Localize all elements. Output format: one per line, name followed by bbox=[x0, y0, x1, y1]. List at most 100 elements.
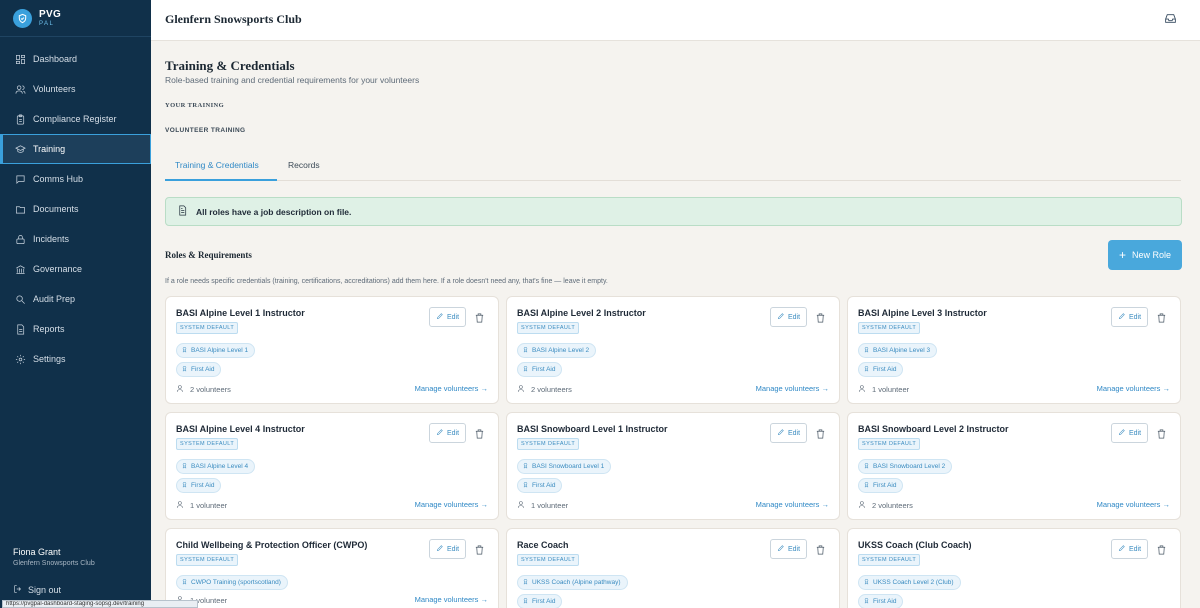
credential-chip: BASI Alpine Level 4 bbox=[176, 459, 256, 474]
award-icon bbox=[522, 462, 532, 471]
credential-label: BASI Snowboard Level 2 bbox=[873, 463, 946, 470]
edit-role-button[interactable]: Edit bbox=[1111, 539, 1148, 559]
role-title: Child Wellbeing & Protection Officer (CW… bbox=[176, 540, 368, 550]
credential-label: First Aid bbox=[532, 482, 556, 489]
roles-help-text: If a role needs specific credentials (tr… bbox=[165, 278, 608, 285]
trash-icon[interactable] bbox=[474, 427, 485, 439]
sidebar-item-label: Training bbox=[33, 144, 66, 154]
page-title: Training & Credentials bbox=[165, 58, 295, 73]
sidebar-item-documents[interactable]: Documents bbox=[0, 194, 151, 224]
sidebar-item-audit-prep[interactable]: Audit Prep bbox=[0, 284, 151, 314]
award-icon bbox=[181, 481, 191, 490]
sidebar-item-label: Documents bbox=[33, 204, 79, 214]
role-card: BASI Alpine Level 2 Instructor SYSTEM DE… bbox=[506, 296, 840, 404]
role-title: BASI Alpine Level 3 Instructor bbox=[858, 308, 987, 318]
sidebar-item-label: Dashboard bbox=[33, 54, 78, 64]
edit-role-button[interactable]: Edit bbox=[1111, 423, 1148, 443]
sidebar-item-label: Incidents bbox=[33, 234, 70, 244]
role-card: BASI Alpine Level 3 Instructor SYSTEM DE… bbox=[847, 296, 1181, 404]
edit-label: Edit bbox=[1128, 429, 1142, 437]
volunteer-count-label: 2 volunteers bbox=[190, 385, 231, 394]
graduation-cap-icon bbox=[15, 144, 26, 155]
system-default-badge: SYSTEM DEFAULT bbox=[517, 438, 580, 450]
section-your-training: YOUR TRAINING bbox=[165, 102, 225, 109]
edit-role-button[interactable]: Edit bbox=[429, 307, 466, 327]
role-title: BASI Alpine Level 1 Instructor bbox=[176, 308, 305, 318]
manage-volunteers-link[interactable]: Manage volunteers → bbox=[756, 384, 829, 393]
sidebar-item-settings[interactable]: Settings bbox=[0, 344, 151, 374]
trash-icon[interactable] bbox=[815, 427, 826, 439]
sidebar: PVG PAL Dashboard Volunteers Compliance … bbox=[0, 0, 151, 608]
users-icon bbox=[858, 384, 872, 395]
credential-label: First Aid bbox=[191, 482, 215, 489]
volunteer-count: 2 volunteers bbox=[176, 384, 231, 395]
manage-volunteers-link[interactable]: Manage volunteers → bbox=[1097, 500, 1170, 509]
credential-label: First Aid bbox=[532, 598, 556, 605]
sidebar-item-label: Settings bbox=[33, 354, 66, 364]
manage-volunteers-link[interactable]: Manage volunteers → bbox=[415, 595, 488, 604]
credential-chip: First Aid bbox=[858, 594, 904, 608]
users-icon bbox=[176, 500, 190, 511]
trash-icon[interactable] bbox=[474, 311, 485, 323]
award-icon bbox=[863, 462, 873, 471]
volunteer-count: 1 volunteer bbox=[858, 384, 909, 395]
credential-label: UKSS Coach Level 2 (Club) bbox=[873, 579, 954, 586]
user-org: Glenfern Snowsports Club bbox=[13, 560, 95, 567]
users-icon bbox=[517, 500, 531, 511]
pencil-icon bbox=[777, 312, 788, 322]
edit-role-button[interactable]: Edit bbox=[429, 539, 466, 559]
user-name: Fiona Grant bbox=[13, 547, 61, 557]
award-icon bbox=[181, 365, 191, 374]
trash-icon[interactable] bbox=[1156, 543, 1167, 555]
trash-icon[interactable] bbox=[1156, 311, 1167, 323]
tab-records[interactable]: Records bbox=[288, 160, 320, 170]
role-title: BASI Snowboard Level 1 Instructor bbox=[517, 424, 668, 434]
sidebar-nav: Dashboard Volunteers Compliance Register… bbox=[0, 44, 151, 374]
credential-label: First Aid bbox=[873, 482, 897, 489]
trash-icon[interactable] bbox=[815, 543, 826, 555]
credential-label: BASI Alpine Level 1 bbox=[191, 347, 249, 354]
manage-volunteers-link[interactable]: Manage volunteers → bbox=[1097, 384, 1170, 393]
role-card: BASI Snowboard Level 1 Instructor SYSTEM… bbox=[506, 412, 840, 520]
sidebar-item-compliance-register[interactable]: Compliance Register bbox=[0, 104, 151, 134]
sidebar-item-reports[interactable]: Reports bbox=[0, 314, 151, 344]
pencil-icon bbox=[1118, 312, 1129, 322]
credential-label: First Aid bbox=[191, 366, 215, 373]
new-role-button[interactable]: + New Role bbox=[1108, 240, 1182, 270]
trash-icon[interactable] bbox=[815, 311, 826, 323]
credential-chip: BASI Alpine Level 3 bbox=[858, 343, 938, 358]
sidebar-item-training[interactable]: Training bbox=[0, 134, 151, 164]
volunteer-count: 2 volunteers bbox=[858, 500, 913, 511]
trash-icon[interactable] bbox=[1156, 427, 1167, 439]
shield-logo-icon bbox=[13, 8, 32, 28]
edit-label: Edit bbox=[787, 429, 801, 437]
trash-icon[interactable] bbox=[474, 543, 485, 555]
brand[interactable]: PVG PAL bbox=[0, 0, 151, 37]
document-icon bbox=[177, 203, 196, 221]
clipboard-icon bbox=[15, 114, 26, 125]
manage-volunteers-link[interactable]: Manage volunteers → bbox=[415, 384, 488, 393]
award-icon bbox=[522, 346, 532, 355]
sidebar-item-dashboard[interactable]: Dashboard bbox=[0, 44, 151, 74]
edit-label: Edit bbox=[787, 313, 801, 321]
role-title: BASI Snowboard Level 2 Instructor bbox=[858, 424, 1009, 434]
credential-label: UKSS Coach (Alpine pathway) bbox=[532, 579, 621, 586]
tab-training-credentials[interactable]: Training & Credentials bbox=[175, 160, 259, 170]
sign-out-button[interactable]: Sign out bbox=[13, 584, 61, 596]
sidebar-item-comms-hub[interactable]: Comms Hub bbox=[0, 164, 151, 194]
manage-volunteers-link[interactable]: Manage volunteers → bbox=[756, 500, 829, 509]
inbox-icon[interactable] bbox=[1164, 12, 1177, 25]
edit-role-button[interactable]: Edit bbox=[1111, 307, 1148, 327]
manage-volunteers-link[interactable]: Manage volunteers → bbox=[415, 500, 488, 509]
sidebar-item-label: Reports bbox=[33, 324, 65, 334]
sidebar-item-volunteers[interactable]: Volunteers bbox=[0, 74, 151, 104]
sidebar-item-governance[interactable]: Governance bbox=[0, 254, 151, 284]
edit-role-button[interactable]: Edit bbox=[770, 423, 807, 443]
edit-role-button[interactable]: Edit bbox=[770, 307, 807, 327]
system-default-badge: SYSTEM DEFAULT bbox=[176, 554, 239, 566]
sidebar-item-incidents[interactable]: Incidents bbox=[0, 224, 151, 254]
edit-role-button[interactable]: Edit bbox=[770, 539, 807, 559]
volunteer-count-label: 2 volunteers bbox=[531, 385, 572, 394]
gear-icon bbox=[15, 354, 26, 365]
edit-role-button[interactable]: Edit bbox=[429, 423, 466, 443]
